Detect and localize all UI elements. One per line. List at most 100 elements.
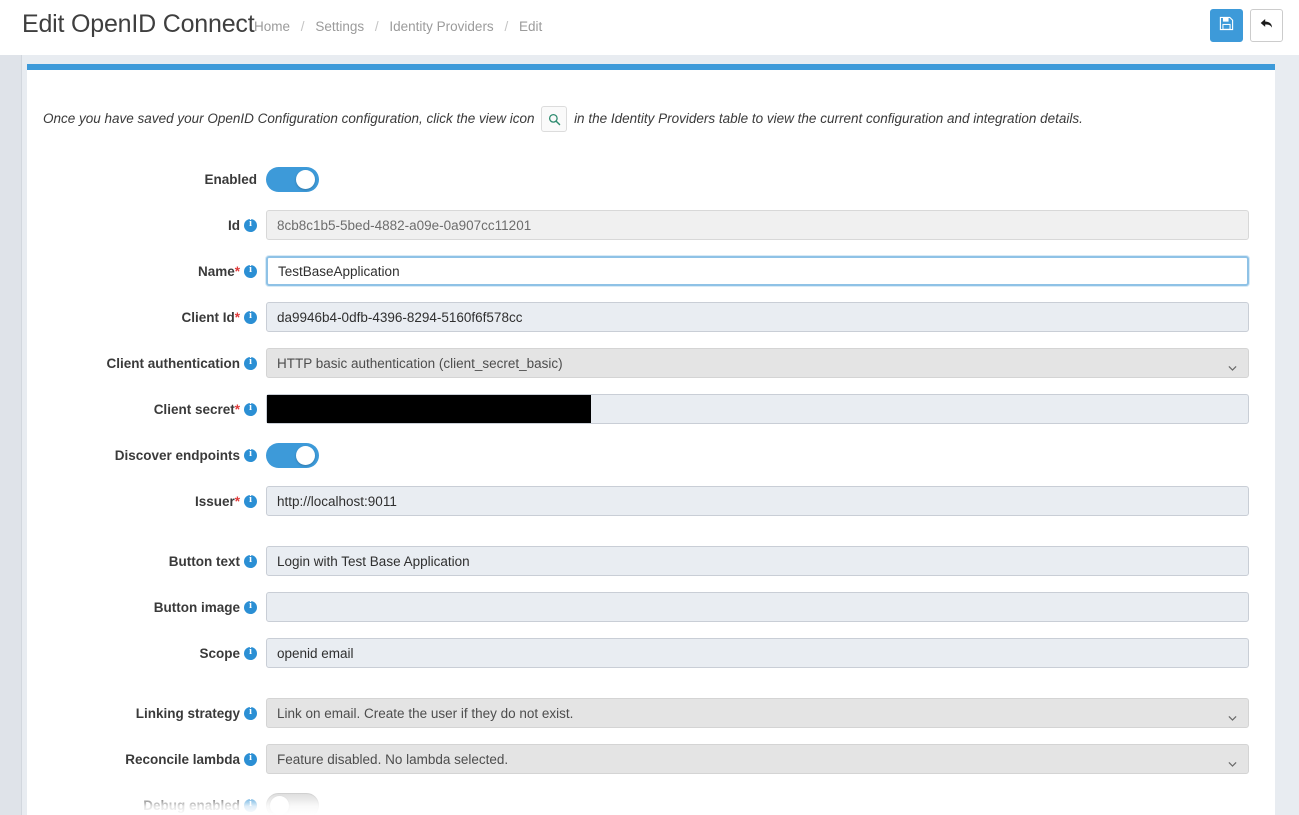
info-icon[interactable] <box>244 554 257 568</box>
id-value: 8cb8c1b5-5bed-4882-a09e-0a907cc11201 <box>277 217 532 233</box>
info-banner: Once you have saved your OpenID Configur… <box>43 106 1243 133</box>
control-debug-enabled <box>266 792 1275 815</box>
client-secret-input[interactable] <box>266 394 1249 424</box>
info-banner-text-after: in the Identity Providers table to view … <box>574 111 1083 126</box>
form-row-scope: Scope openid email <box>27 630 1275 676</box>
form-row-debug-enabled: Debug enabled <box>27 782 1275 815</box>
control-linking-strategy: Link on email. Create the user if they d… <box>266 698 1275 728</box>
form-row-issuer: Issuer* http://localhost:9011 <box>27 478 1275 524</box>
identity-provider-form: Enabled Id 8cb8c1b5-5bed-4882-a09e-0a907… <box>27 156 1275 815</box>
control-client-authentication: HTTP basic authentication (client_secret… <box>266 348 1275 378</box>
control-name: TestBaseApplication <box>266 256 1275 286</box>
search-icon[interactable] <box>541 106 568 133</box>
info-icon[interactable] <box>244 310 257 324</box>
scope-input[interactable]: openid email <box>266 638 1249 668</box>
button-image-input[interactable] <box>266 592 1249 622</box>
info-icon[interactable] <box>244 600 257 614</box>
info-icon[interactable] <box>244 706 257 720</box>
page-title: Edit OpenID Connect <box>22 10 255 38</box>
label-enabled: Enabled <box>204 171 257 187</box>
toggle-knob <box>270 795 289 815</box>
control-button-image <box>266 592 1275 622</box>
control-issuer: http://localhost:9011 <box>266 486 1275 516</box>
control-client-secret <box>266 394 1275 424</box>
form-row-button-image: Button image <box>27 584 1275 630</box>
info-icon[interactable] <box>244 402 257 416</box>
page-header: Edit OpenID Connect Home / Settings / Id… <box>0 0 1299 55</box>
linking-strategy-select[interactable]: Link on email. Create the user if they d… <box>266 698 1249 728</box>
info-icon[interactable] <box>244 798 257 812</box>
save-button[interactable] <box>1210 9 1243 42</box>
breadcrumb-separator: / <box>374 19 379 34</box>
breadcrumb-item-identity-providers[interactable]: Identity Providers <box>389 19 493 34</box>
info-banner-text-before: Once you have saved your OpenID Configur… <box>43 111 535 126</box>
breadcrumb-item-home[interactable]: Home <box>254 19 290 34</box>
control-button-text: Login with Test Base Application <box>266 546 1275 576</box>
chevron-down-icon <box>1228 360 1237 371</box>
info-icon[interactable] <box>244 752 257 766</box>
debug-enabled-toggle[interactable] <box>266 792 319 815</box>
toggle-knob <box>296 169 315 189</box>
sidebar-strip <box>0 55 22 815</box>
client-secret-redaction <box>267 395 591 423</box>
chevron-down-icon <box>1228 710 1237 721</box>
info-icon[interactable] <box>244 494 257 508</box>
form-row-name: Name* TestBaseApplication <box>27 248 1275 294</box>
back-button[interactable] <box>1250 9 1283 42</box>
label-debug-enabled: Debug enabled <box>27 798 266 813</box>
control-client-id: da9946b4-0dfb-4396-8294-5160f6f578cc <box>266 302 1275 332</box>
label-client-id: Client Id* <box>27 310 266 325</box>
client-authentication-select[interactable]: HTTP basic authentication (client_secret… <box>266 348 1249 378</box>
chevron-down-icon <box>1228 756 1237 767</box>
required-marker: * <box>234 263 240 279</box>
control-scope: openid email <box>266 638 1275 668</box>
save-floppy-icon <box>1219 16 1234 36</box>
header-actions <box>1210 9 1283 42</box>
control-reconcile-lambda: Feature disabled. No lambda selected. <box>266 744 1275 774</box>
form-row-client-authentication: Client authentication HTTP basic authent… <box>27 340 1275 386</box>
label-reconcile-lambda: Reconcile lambda <box>27 752 266 767</box>
client-authentication-value: HTTP basic authentication (client_secret… <box>277 355 563 371</box>
button-text-input[interactable]: Login with Test Base Application <box>266 546 1249 576</box>
reconcile-lambda-select[interactable]: Feature disabled. No lambda selected. <box>266 744 1249 774</box>
info-icon[interactable] <box>244 218 257 232</box>
label-scope: Scope <box>27 646 266 661</box>
label-client-secret: Client secret* <box>27 402 266 417</box>
required-marker: * <box>234 493 240 509</box>
name-value: TestBaseApplication <box>278 263 400 279</box>
label-issuer: Issuer* <box>27 494 266 509</box>
info-icon[interactable] <box>244 448 257 462</box>
info-icon[interactable] <box>244 264 257 278</box>
label-discover-endpoints: Discover endpoints <box>27 448 266 463</box>
client-id-input[interactable]: da9946b4-0dfb-4396-8294-5160f6f578cc <box>266 302 1249 332</box>
form-row-client-id: Client Id* da9946b4-0dfb-4396-8294-5160f… <box>27 294 1275 340</box>
button-text-value: Login with Test Base Application <box>277 553 470 569</box>
info-icon[interactable] <box>244 646 257 660</box>
breadcrumb-item-edit[interactable]: Edit <box>519 19 542 34</box>
issuer-input[interactable]: http://localhost:9011 <box>266 486 1249 516</box>
label-name: Name* <box>27 264 266 279</box>
breadcrumb: Home / Settings / Identity Providers / E… <box>254 19 542 34</box>
back-arrow-icon <box>1259 16 1274 36</box>
required-marker: * <box>234 309 240 325</box>
form-row-id: Id 8cb8c1b5-5bed-4882-a09e-0a907cc11201 <box>27 202 1275 248</box>
label-client-authentication: Client authentication <box>27 356 266 371</box>
issuer-value: http://localhost:9011 <box>277 493 397 509</box>
form-row-linking-strategy: Linking strategy Link on email. Create t… <box>27 690 1275 736</box>
required-marker: * <box>234 401 240 417</box>
control-id: 8cb8c1b5-5bed-4882-a09e-0a907cc11201 <box>266 210 1275 240</box>
form-row-reconcile-lambda: Reconcile lambda Feature disabled. No la… <box>27 736 1275 782</box>
breadcrumb-separator: / <box>504 19 509 34</box>
info-icon[interactable] <box>244 356 257 370</box>
label-linking-strategy: Linking strategy <box>27 706 266 721</box>
breadcrumb-item-settings[interactable]: Settings <box>315 19 364 34</box>
control-discover-endpoints <box>266 442 1275 468</box>
enabled-toggle[interactable] <box>266 166 319 192</box>
breadcrumb-separator: / <box>300 19 305 34</box>
name-input[interactable]: TestBaseApplication <box>266 256 1249 286</box>
id-input[interactable]: 8cb8c1b5-5bed-4882-a09e-0a907cc11201 <box>266 210 1249 240</box>
scope-value: openid email <box>277 645 354 661</box>
control-enabled <box>266 166 1275 192</box>
toggle-knob <box>296 445 315 465</box>
discover-endpoints-toggle[interactable] <box>266 442 319 468</box>
